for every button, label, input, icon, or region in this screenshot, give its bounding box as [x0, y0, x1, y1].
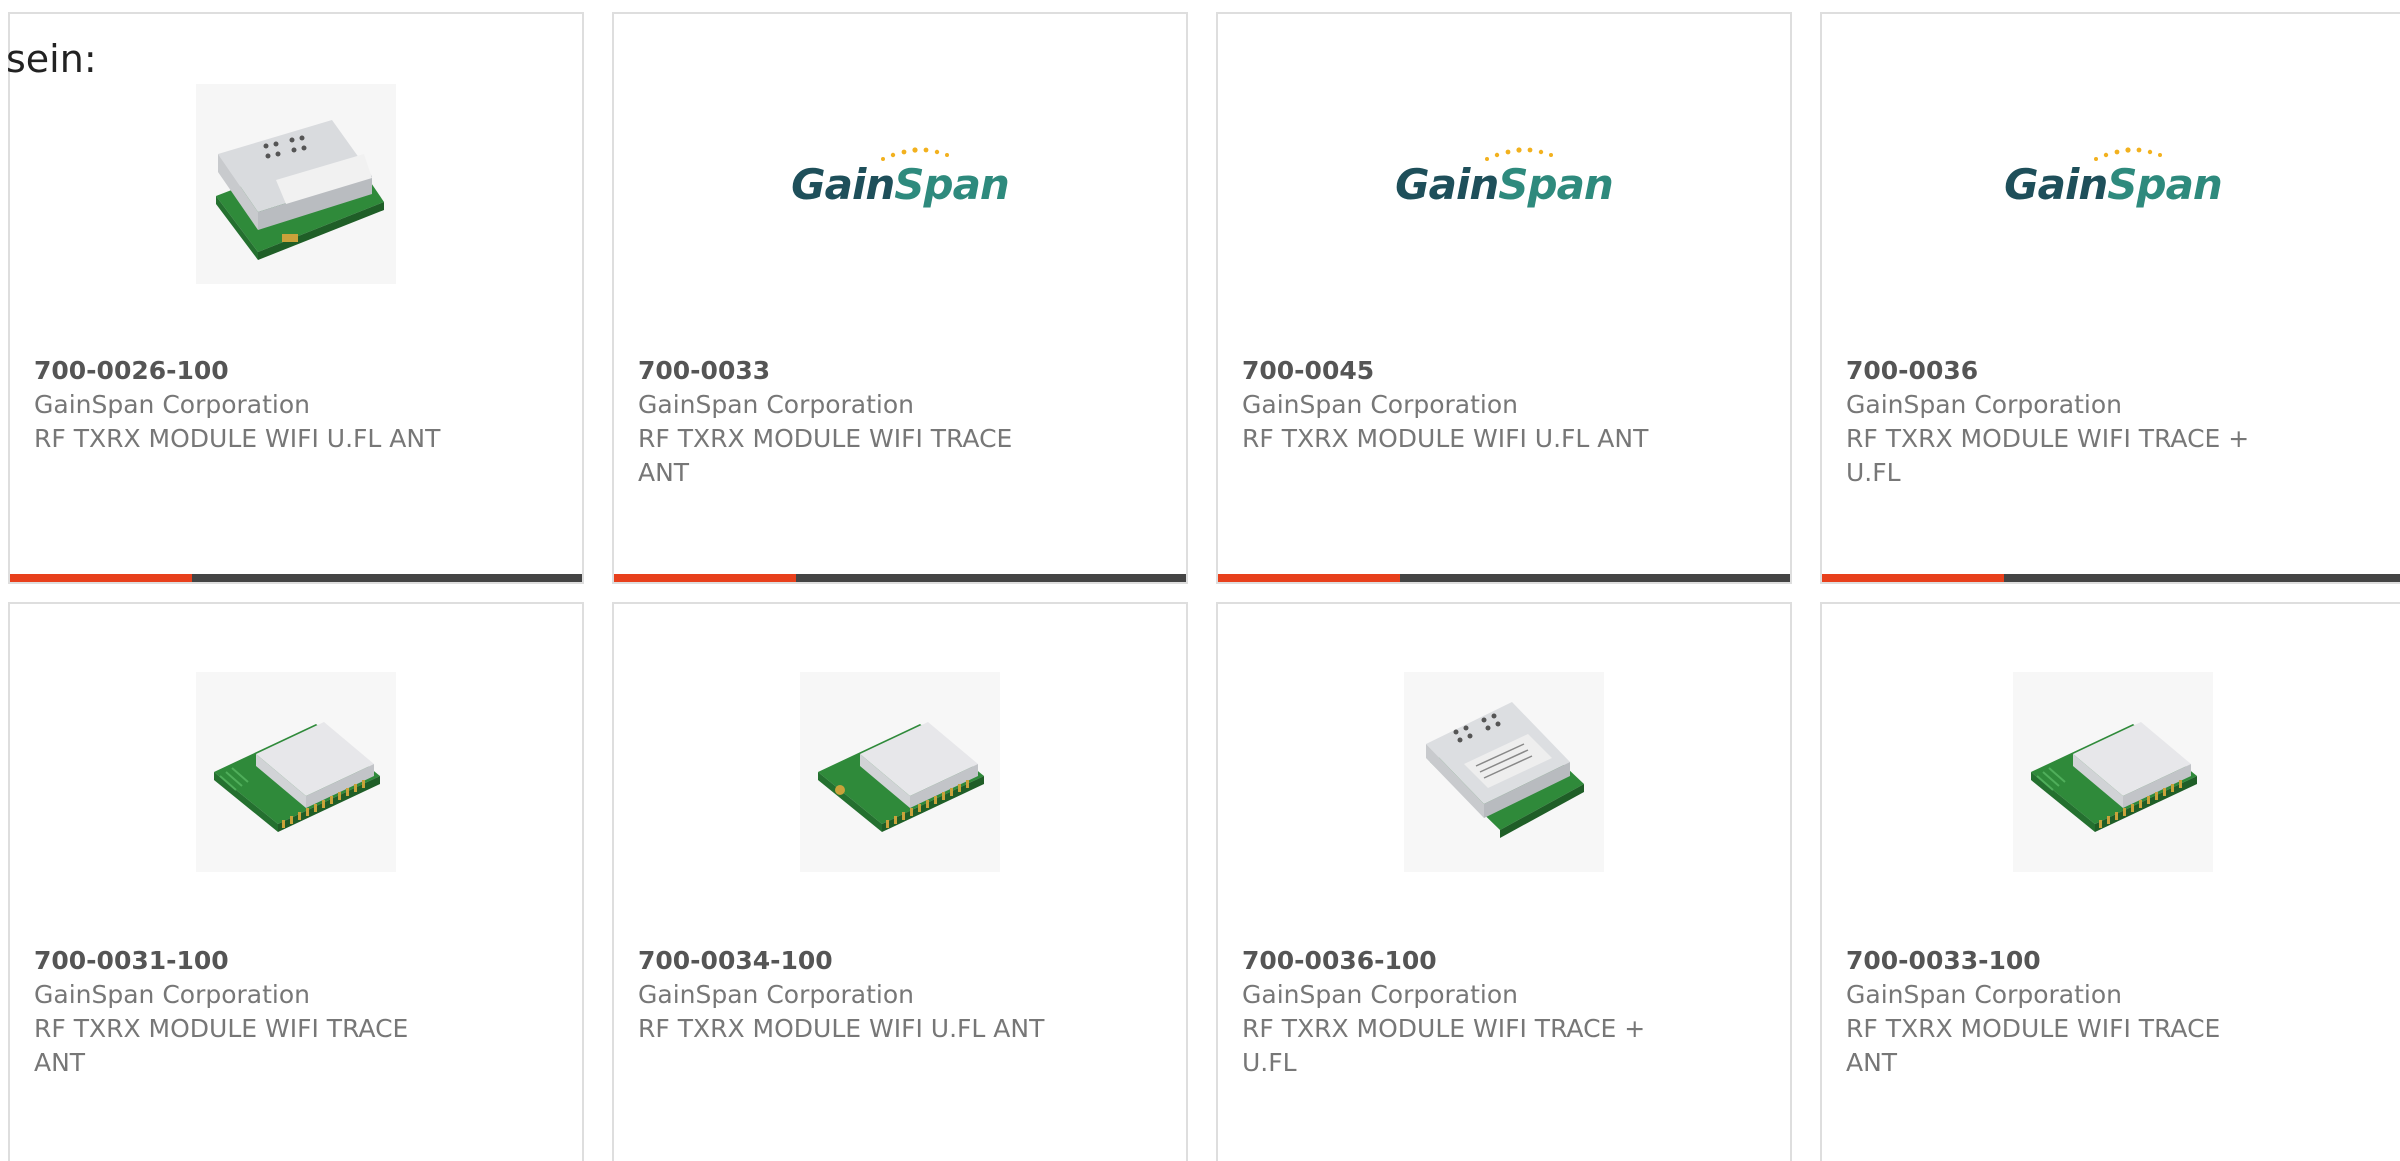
logo-dots-icon [881, 146, 950, 161]
module-photo-icon [2013, 672, 2213, 872]
product-image[interactable] [196, 672, 396, 872]
gainspan-logo-icon: GainSpan [791, 146, 1010, 209]
product-grid-page: sein: 700-0026-100 GainSpan Corporation … [0, 0, 2400, 1161]
description-line: RF TXRX MODULE WIFI TRACE [1846, 1014, 2221, 1043]
description-line: U.FL [1242, 1048, 1297, 1077]
part-number[interactable]: 700-0033 [638, 354, 1068, 388]
product-info: 700-0026-100 GainSpan Corporation RF TXR… [34, 354, 464, 456]
logo-word-span: Span [2107, 159, 2223, 209]
description-line: ANT [34, 1048, 86, 1077]
manufacturer: GainSpan Corporation [1846, 390, 2123, 419]
part-number[interactable]: 700-0036-100 [1242, 944, 1672, 978]
product-card[interactable]: GainSpan 700-0036 GainSpan Corporation R… [1820, 12, 2400, 584]
product-card[interactable]: 700-0036-100 GainSpan Corporation RF TXR… [1216, 602, 1792, 1161]
module-photo-icon [196, 672, 396, 872]
part-number[interactable]: 700-0033-100 [1846, 944, 2276, 978]
description-line: RF TXRX MODULE WIFI U.FL ANT [34, 424, 441, 453]
manufacturer: GainSpan Corporation [638, 980, 915, 1009]
product-image[interactable] [196, 84, 396, 284]
logo-word-gain: Gain [791, 159, 895, 209]
manufacturer: GainSpan Corporation [1846, 980, 2123, 1009]
product-info: 700-0036-100 GainSpan Corporation RF TXR… [1242, 944, 1672, 1080]
manufacturer: GainSpan Corporation [34, 390, 311, 419]
product-card[interactable]: 700-0033-100 GainSpan Corporation RF TXR… [1820, 602, 2400, 1161]
card-accent-bar [614, 574, 796, 582]
part-number[interactable]: 700-0031-100 [34, 944, 464, 978]
product-image[interactable]: GainSpan [1395, 84, 1614, 284]
card-bottom-bar [1218, 574, 1790, 582]
description-line: RF TXRX MODULE WIFI TRACE [34, 1014, 409, 1043]
manufacturer: GainSpan Corporation [34, 980, 311, 1009]
description-line: RF TXRX MODULE WIFI TRACE + [1242, 1014, 1646, 1043]
description-line: RF TXRX MODULE WIFI U.FL ANT [1242, 424, 1649, 453]
logo-word-span: Span [1498, 159, 1614, 209]
logo-word-span: Span [894, 159, 1010, 209]
description-line: RF TXRX MODULE WIFI U.FL ANT [638, 1014, 1045, 1043]
part-number[interactable]: 700-0045 [1242, 354, 1672, 388]
module-photo-icon [196, 84, 396, 284]
card-bottom-bar [614, 574, 1186, 582]
product-info: 700-0034-100 GainSpan Corporation RF TXR… [638, 944, 1068, 1046]
description-line: ANT [638, 458, 690, 487]
product-image[interactable]: GainSpan [791, 84, 1010, 284]
product-image[interactable]: GainSpan [2004, 84, 2223, 284]
card-bottom-bar [1822, 574, 2400, 582]
manufacturer: GainSpan Corporation [1242, 980, 1519, 1009]
product-card[interactable]: GainSpan 700-0045 GainSpan Corporation R… [1216, 12, 1792, 584]
product-card[interactable]: 700-0034-100 GainSpan Corporation RF TXR… [612, 602, 1188, 1161]
logo-dots-icon [2094, 146, 2163, 161]
logo-word-gain: Gain [2004, 159, 2108, 209]
product-info: 700-0033 GainSpan Corporation RF TXRX MO… [638, 354, 1068, 490]
card-bottom-bar [10, 574, 582, 582]
product-info: 700-0033-100 GainSpan Corporation RF TXR… [1846, 944, 2276, 1080]
product-card[interactable]: 700-0031-100 GainSpan Corporation RF TXR… [8, 602, 584, 1161]
module-photo-icon [800, 672, 1000, 872]
module-photo-icon [1404, 672, 1604, 872]
manufacturer: GainSpan Corporation [1242, 390, 1519, 419]
description-line: RF TXRX MODULE WIFI TRACE [638, 424, 1013, 453]
product-card[interactable]: 700-0026-100 GainSpan Corporation RF TXR… [8, 12, 584, 584]
product-info: 700-0031-100 GainSpan Corporation RF TXR… [34, 944, 464, 1080]
section-heading: sein: [6, 37, 97, 81]
product-image[interactable] [1404, 672, 1604, 872]
product-info: 700-0045 GainSpan Corporation RF TXRX MO… [1242, 354, 1672, 456]
manufacturer: GainSpan Corporation [638, 390, 915, 419]
gainspan-logo-icon: GainSpan [2004, 146, 2223, 209]
product-image[interactable] [2013, 672, 2213, 872]
description-line: U.FL [1846, 458, 1901, 487]
card-accent-bar [1822, 574, 2004, 582]
description-line: ANT [1846, 1048, 1898, 1077]
part-number[interactable]: 700-0026-100 [34, 354, 464, 388]
product-info: 700-0036 GainSpan Corporation RF TXRX MO… [1846, 354, 2276, 490]
part-number[interactable]: 700-0034-100 [638, 944, 1068, 978]
logo-word-gain: Gain [1395, 159, 1499, 209]
product-image[interactable] [800, 672, 1000, 872]
logo-dots-icon [1485, 146, 1554, 161]
product-card[interactable]: GainSpan 700-0033 GainSpan Corporation R… [612, 12, 1188, 584]
part-number[interactable]: 700-0036 [1846, 354, 2276, 388]
gainspan-logo-icon: GainSpan [1395, 146, 1614, 209]
card-accent-bar [1218, 574, 1400, 582]
card-accent-bar [10, 574, 192, 582]
description-line: RF TXRX MODULE WIFI TRACE + [1846, 424, 2250, 453]
